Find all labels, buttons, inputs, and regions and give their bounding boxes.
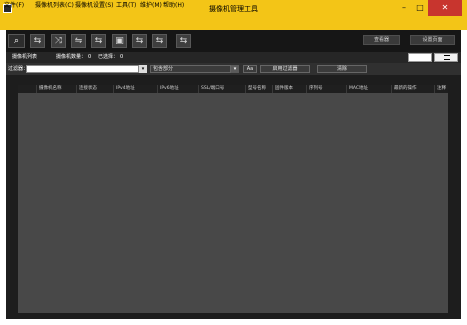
selected-count-value: 0 [120,54,124,60]
settings-page-button[interactable]: 设置页面 [410,35,455,45]
list-view-button[interactable] [434,53,458,62]
maximize-button[interactable]: □ [412,0,428,16]
tool-button-4[interactable]: ⇆ [91,34,106,48]
menu-bar [0,18,467,30]
app-window: 摄像机管理工具 – □ ✕ 文件(F) 摄像机列表(C) 摄像机设置(S) 工具… [0,0,467,325]
list-view-icon [444,55,450,60]
tool-button-3[interactable]: ⇋ [71,34,86,48]
menu-tools[interactable]: 工具(T) [116,2,136,10]
filter-label: 过滤器： [8,66,29,72]
apply-filter-button[interactable]: 启用过滤器 [260,65,310,73]
tool-button-6[interactable]: ⇆ [132,34,147,48]
menu-file[interactable]: 文件(F) [4,2,24,10]
camera-add-icon: ⤨ [54,36,63,46]
tool-button-1[interactable]: ⇆ [30,34,45,48]
camera-update-icon: ⇆ [94,36,103,46]
camera-maintenance-icon: ⇆ [155,36,164,46]
column-header-comment[interactable]: 注释 [434,85,448,93]
tool-button-5[interactable]: ▣ [112,34,127,48]
search-icon: ⌕ [13,36,20,46]
close-button[interactable]: ✕ [428,0,462,16]
clear-filter-button[interactable]: 清除 [317,65,367,73]
tool-button-2[interactable]: ⤨ [51,34,66,48]
column-header-ipv6[interactable]: IPv6地址 [157,85,198,93]
minimize-button[interactable]: – [396,0,412,16]
tool-button-7[interactable]: ⇆ [152,34,167,48]
camera-tools-icon: ⇆ [179,36,188,46]
camera-sync-icon: ⇋ [74,36,83,46]
camera-table[interactable] [18,85,448,313]
camera-network-icon: ⇆ [33,36,42,46]
column-header-last-operation[interactable]: 最新的操作 [391,85,434,93]
viewer-button[interactable]: 查看器 [363,35,400,45]
search-button[interactable]: ⌕ [8,34,25,48]
camera-count-value: 0 [88,54,92,60]
selected-count-label: 已选择： [98,54,119,60]
menu-camera-settings[interactable]: 摄像机设置(S) [75,2,114,10]
grid-view-button[interactable] [408,53,432,62]
document-icon: ▣ [115,36,124,46]
column-header-firmware[interactable]: 固件版本 [272,85,306,93]
menu-camera-list[interactable]: 摄像机列表(C) [35,2,74,10]
match-mode-select[interactable]: 包含部分 [150,65,231,73]
camera-count-label: 摄像机数量： [56,54,87,60]
column-header-ipv4[interactable]: IPv4地址 [113,85,157,93]
camera-settings-icon: ⇆ [135,36,144,46]
menu-maintenance[interactable]: 维护(M) [140,2,162,10]
column-header-connection-status[interactable]: 连接状态 [76,85,113,93]
tool-button-8[interactable]: ⇆ [176,34,191,48]
filter-dropdown-arrow[interactable]: ▾ [139,65,147,73]
column-header-mac[interactable]: MAC地址 [346,85,391,93]
column-header-ssl-port[interactable]: SSL/端口号 [198,85,245,93]
filter-input[interactable] [26,65,139,73]
case-sensitive-button[interactable]: Aa [243,65,257,73]
column-header-serial[interactable]: 序列号 [306,85,346,93]
column-header-model[interactable]: 型号名称 [245,85,272,93]
menu-help[interactable]: 帮助(H) [163,2,184,10]
camera-list-title: 摄像机列表 [12,54,38,60]
chevron-down-icon[interactable]: ▾ [231,65,239,73]
column-header-camera-name[interactable]: 摄像机名称 [36,85,76,93]
